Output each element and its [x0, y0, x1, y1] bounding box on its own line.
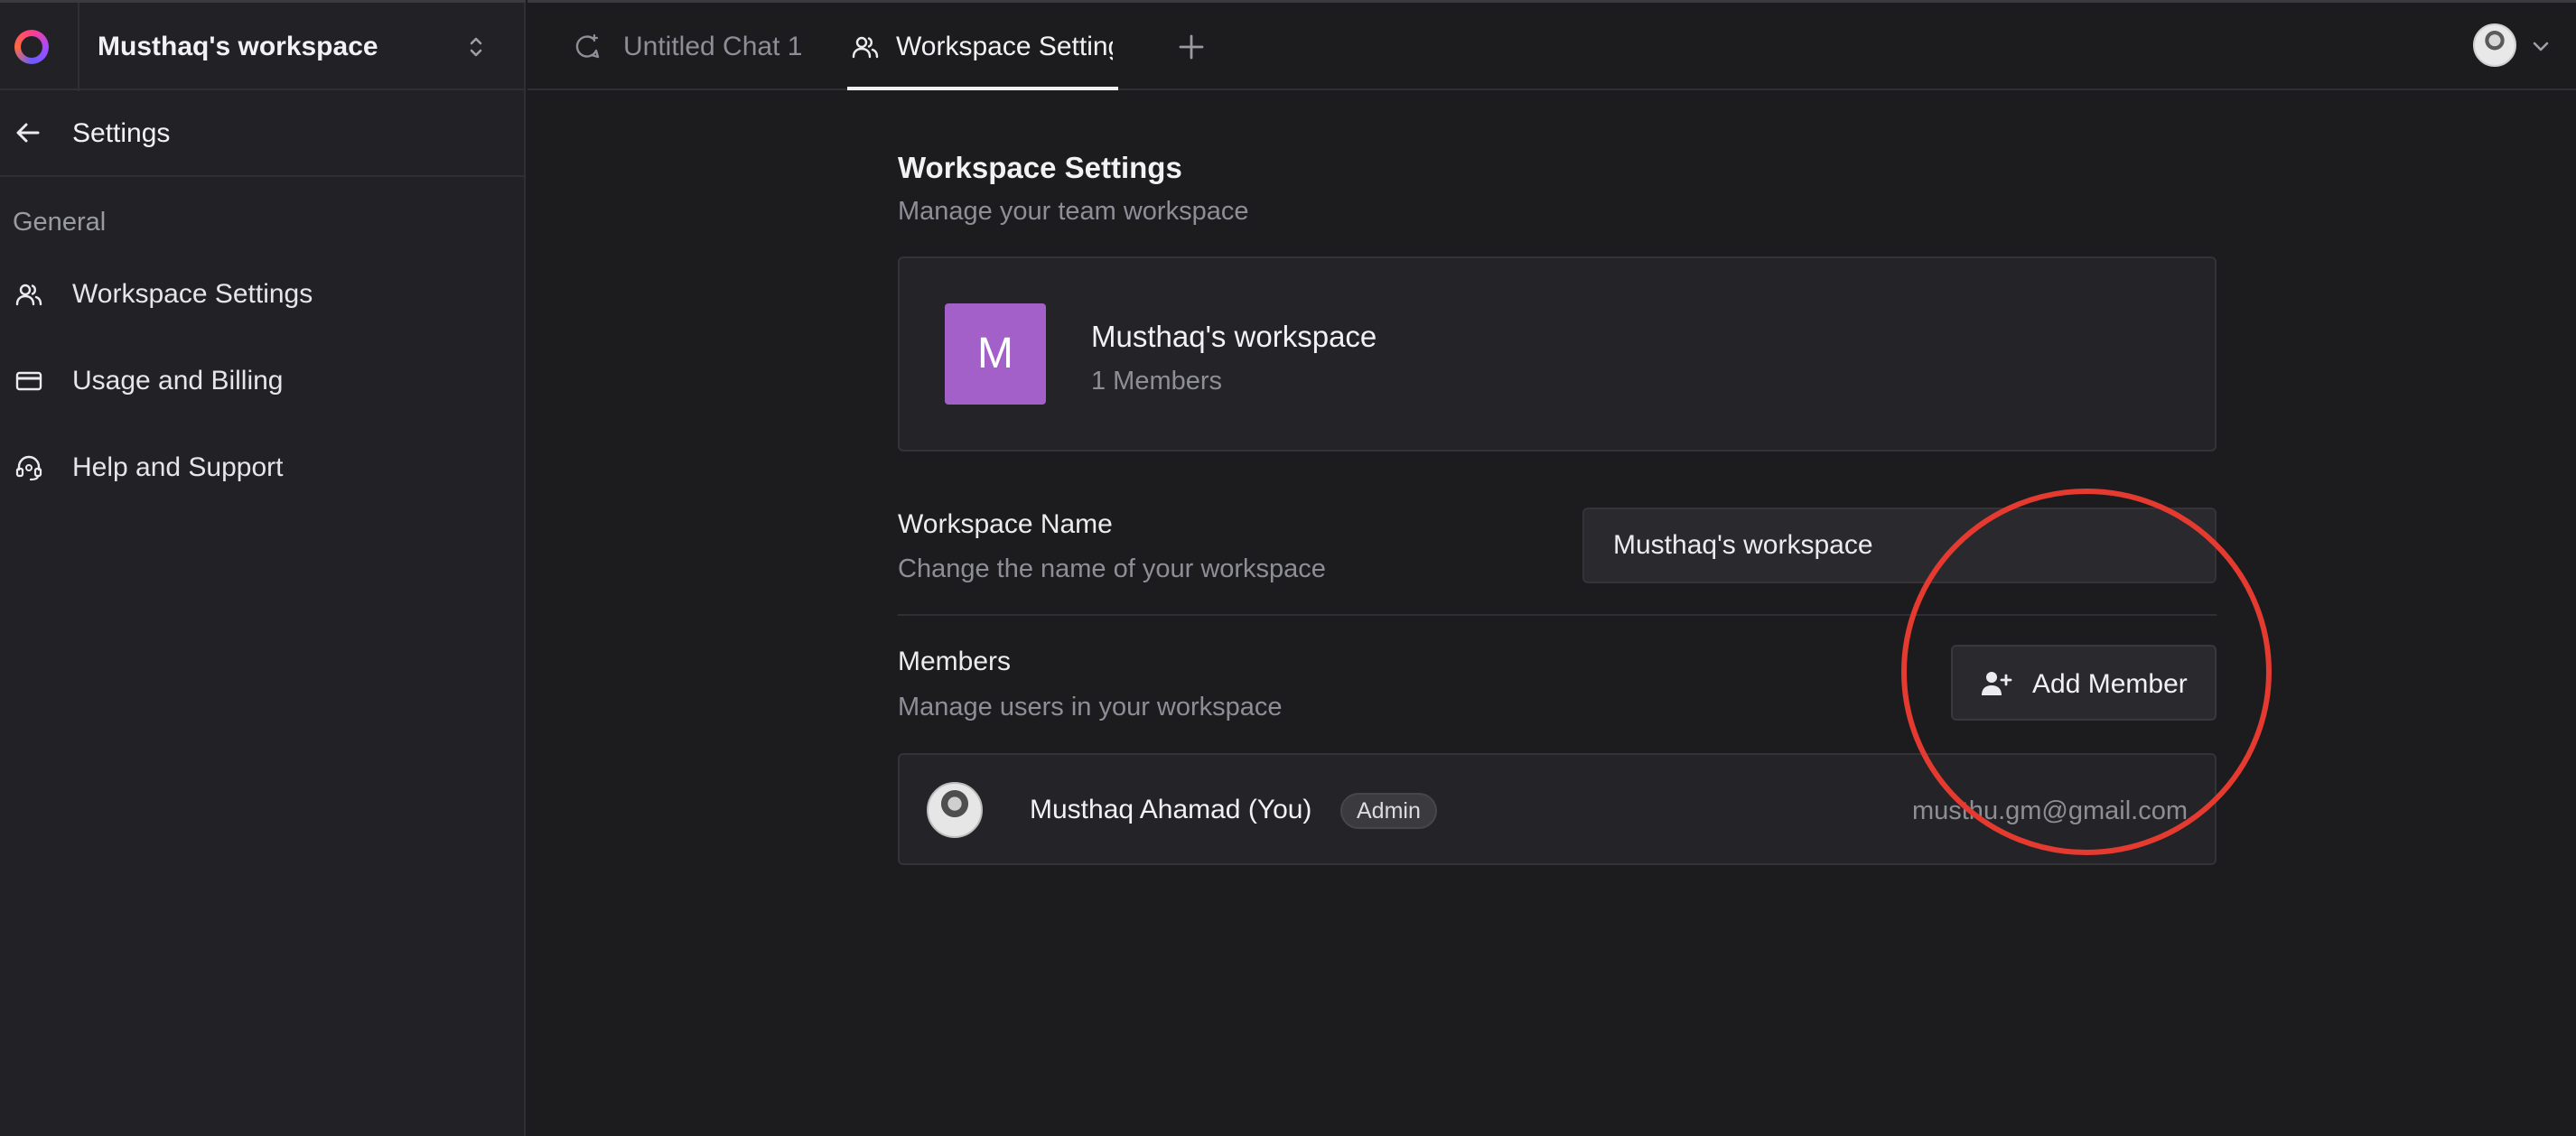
page-title: Workspace Settings	[898, 151, 1182, 184]
users-icon	[15, 284, 42, 306]
user-plus-icon	[1982, 672, 2012, 695]
workspace-member-count: 1 Members	[1091, 367, 1223, 396]
workspace-name: Musthaq's workspace	[98, 32, 378, 61]
chevron-down-icon[interactable]	[2529, 34, 2553, 58]
tab-bar: Untitled Chat 1 Workspace Settings	[527, 0, 2576, 90]
sidebar-item-workspace-settings[interactable]: Workspace Settings	[0, 260, 524, 327]
workspace-switcher[interactable]: Musthaq's workspace	[0, 0, 526, 91]
members-description: Manage users in your workspace	[898, 693, 1283, 722]
settings-title: Settings	[72, 118, 171, 148]
sidebar-item-label: Workspace Settings	[72, 279, 313, 309]
chat-icon	[575, 33, 600, 59]
arrow-left-icon[interactable]	[14, 119, 42, 146]
divider	[78, 3, 79, 91]
member-name: Musthaq Ahamad (You)	[1030, 795, 1312, 824]
app-window: Musthaq's workspace Settings General Wor…	[0, 0, 2576, 1136]
workspace-name-input[interactable]	[1582, 507, 2217, 583]
avatar	[927, 782, 983, 838]
divider	[898, 614, 2217, 616]
credit-card-icon	[15, 371, 42, 391]
users-icon	[852, 36, 879, 59]
plus-icon[interactable]	[1176, 32, 1207, 62]
tab-label: Untitled Chat 1	[623, 32, 803, 61]
workspace-avatar: M	[945, 303, 1046, 405]
sidebar-section-general: General	[13, 208, 107, 237]
member-email: musthu.gm@gmail.com	[1911, 796, 2188, 825]
sidebar-item-usage-billing[interactable]: Usage and Billing	[0, 347, 524, 414]
workspace-card: M Musthaq's workspace 1 Members	[898, 256, 2217, 452]
page-subtitle: Manage your team workspace	[898, 197, 1249, 226]
headset-icon	[15, 455, 42, 481]
settings-header: Settings	[0, 90, 526, 177]
user-avatar[interactable]	[2473, 23, 2516, 67]
add-member-label: Add Member	[2032, 669, 2188, 699]
member-row: Musthaq Ahamad (You) Admin musthu.gm@gma…	[898, 753, 2217, 865]
sidebar-item-label: Usage and Billing	[72, 366, 284, 396]
tab-label: Workspace Settings	[896, 32, 1113, 61]
workspace-name-label: Workspace Name	[898, 509, 1113, 539]
app-logo-icon	[14, 30, 49, 64]
sidebar: Musthaq's workspace Settings General Wor…	[0, 0, 526, 1136]
members-label: Members	[898, 647, 1012, 676]
role-badge: Admin	[1340, 793, 1437, 829]
workspace-card-name: Musthaq's workspace	[1091, 320, 1377, 353]
sidebar-item-help-support[interactable]: Help and Support	[0, 433, 524, 500]
chevron-up-down-icon[interactable]	[464, 33, 488, 61]
add-member-button[interactable]: Add Member	[1951, 645, 2217, 721]
tab-workspace-settings[interactable]: Workspace Settings	[847, 3, 1118, 90]
sidebar-item-label: Help and Support	[72, 452, 284, 482]
workspace-name-description: Change the name of your workspace	[898, 554, 1326, 583]
tab-untitled-chat[interactable]: Untitled Chat 1	[573, 3, 835, 90]
